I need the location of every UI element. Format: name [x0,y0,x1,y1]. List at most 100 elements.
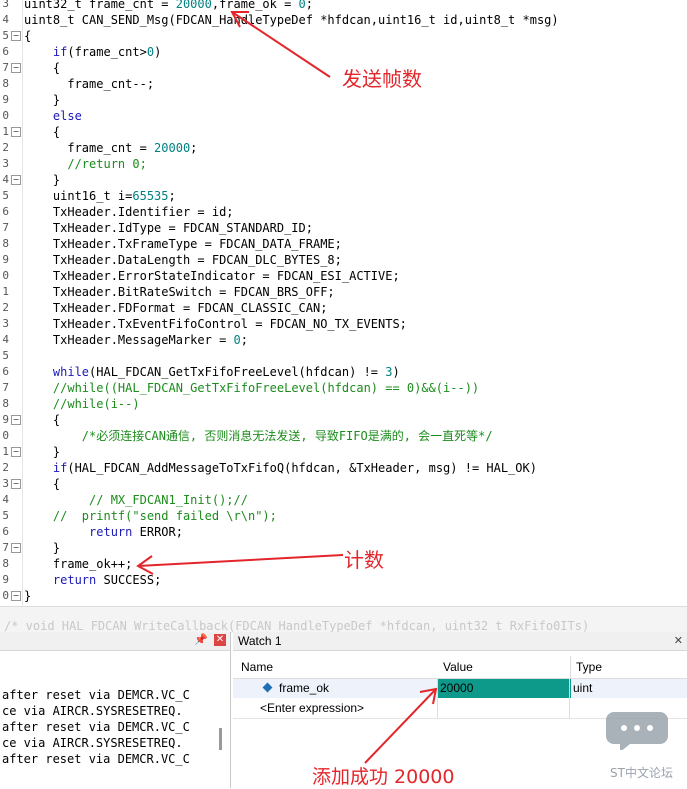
code-token: 0 [233,333,241,347]
line-number-gutter: 3 4 5 6 7 8 9 0 1 2 3 4 5 6 7 8 9 0 1 2 3 4 5 6 7 8 9 0 1 2 3 4 5 6 7 8 9 0 [0,0,10,606]
code-line[interactable]: { [24,476,60,492]
line-number: 5 [2,349,9,362]
code-token: } [24,589,32,603]
code-token: (HAL_FDCAN_AddMessageToTxFifoQ(hfdcan, &… [67,461,537,475]
column-header-value[interactable]: Value [437,656,571,679]
code-token: 20000 [175,0,212,11]
line-number: 5 [2,29,9,42]
code-line[interactable]: TxHeader.DataLength = FDCAN_DLC_BYTES_8; [24,252,342,268]
code-line[interactable]: { [24,60,60,76]
close-icon[interactable]: ✕ [674,634,683,648]
fold-toggle-icon[interactable]: − [11,447,21,457]
line-number: 1 [2,125,9,138]
code-line[interactable]: TxHeader.ErrorStateIndicator = FDCAN_ESI… [24,268,400,284]
code-line[interactable]: frame_ok++; [24,556,132,572]
pin-icon[interactable]: 📌 [194,633,208,646]
enter-expression[interactable]: <Enter expression> [260,699,364,718]
code-token: (HAL_FDCAN_GetTxFifoFreeLevel(hfdcan) != [89,365,386,379]
output-panel: 📌 ✕ after reset via DEMCR.VC_C ce via AI… [0,632,231,788]
code-token: uint32_t frame_cnt = [24,0,176,11]
code-line[interactable]: TxHeader.IdType = FDCAN_STANDARD_ID; [24,220,313,236]
code-line[interactable]: return ERROR; [24,524,183,540]
code-line[interactable]: if(HAL_FDCAN_AddMessageToTxFifoQ(hfdcan,… [24,460,537,476]
code-token: ERROR; [132,525,183,539]
code-token: TxHeader.DataLength = FDCAN_DLC_BYTES_8; [24,253,342,267]
code-line[interactable]: //while(i--) [24,396,140,412]
code-token: (frame_cnt> [67,45,147,59]
fold-toggle-icon[interactable]: − [11,479,21,489]
column-header-type[interactable]: Type [571,656,687,679]
code-line[interactable]: } [24,588,31,604]
fold-toggle-icon[interactable]: − [11,63,21,73]
code-line[interactable]: while(HAL_FDCAN_GetTxFifoFreeLevel(hfdca… [24,364,400,380]
type-column-divider [569,679,570,719]
code-line[interactable]: if(frame_cnt>0) [24,44,161,60]
code-token: //return 0; [67,157,147,171]
fold-toggle-icon[interactable]: − [11,31,21,41]
code-token: //while((HAL_FDCAN_GetTxFifoFreeLevel(hf… [52,381,480,395]
code-line[interactable]: // printf("send failed \r\n"); [24,508,277,524]
code-line[interactable]: TxHeader.Identifier = id; [24,204,234,220]
code-line[interactable]: } [24,444,60,460]
code-line[interactable]: uint16_t i=65535; [24,188,176,204]
code-line[interactable]: frame_cnt = 20000; [24,140,197,156]
code-token: uint16_t i= [24,189,133,203]
fold-toggle-icon[interactable]: − [11,415,21,425]
code-line[interactable]: // MX_FDCAN1_Init();// [24,492,248,508]
close-icon[interactable]: ✕ [214,634,226,646]
fold-toggle-icon[interactable]: − [11,543,21,553]
watch-row[interactable]: frame_ok 20000 uint [233,679,687,698]
code-line[interactable]: /*必须连接CAN通信, 否则消息无法发送, 导致FIFO是满的, 会一直死等*… [24,428,493,444]
code-token: //while(i--) [52,397,140,411]
code-line[interactable]: { [24,124,60,140]
code-line[interactable]: TxHeader.TxFrameType = FDCAN_DATA_FRAME; [24,236,342,252]
fold-toggle-icon[interactable]: − [11,127,21,137]
code-line[interactable]: TxHeader.BitRateSwitch = FDCAN_BRS_OFF; [24,284,335,300]
line-number: 1 [2,285,9,298]
code-line[interactable]: return SUCCESS; [24,572,161,588]
code-line[interactable]: else [24,108,82,124]
code-token: frame_cnt--; [24,77,155,91]
code-line[interactable]: uint32_t frame_cnt = 20000,frame_ok = 0; [24,0,313,12]
code-line[interactable]: TxHeader.MessageMarker = 0; [24,332,248,348]
annotation-count: 计数 [344,548,384,572]
code-token: 20000 [154,141,191,155]
code-line[interactable]: TxHeader.FDFormat = FDCAN_CLASSIC_CAN; [24,300,328,316]
code-line[interactable]: { [24,412,60,428]
line-number: 1 [2,445,9,458]
fold-toggle-icon[interactable]: − [11,175,21,185]
line-number: 4 [2,173,9,186]
line-number: 9 [2,253,9,266]
line-number: 0 [2,429,9,442]
code-line[interactable]: //while((HAL_FDCAN_GetTxFifoFreeLevel(hf… [24,380,479,396]
value-column-divider [437,679,438,719]
code-token: TxHeader.ErrorStateIndicator = FDCAN_ESI… [24,269,400,283]
code-token: 0 [146,45,155,59]
fold-toggle-icon[interactable]: − [11,591,21,601]
code-line[interactable]: frame_cnt--; [24,76,154,92]
code-line[interactable]: //return 0; [24,156,147,172]
watermark-text: ST中文论坛 [610,766,673,780]
output-line: ce via AIRCR.SYSRESETREQ. [2,736,183,750]
watch-value[interactable]: 20000 [437,679,571,698]
code-line[interactable]: uint8_t CAN_SEND_Msg(FDCAN_HandleTypeDef… [24,12,559,28]
code-line[interactable]: } [24,92,60,108]
output-scrollbar[interactable] [219,728,222,750]
code-token: } [24,93,61,107]
variable-icon [262,682,273,693]
watch-title[interactable]: Watch 1 [238,632,282,650]
code-line[interactable]: } [24,540,60,556]
watch-title-bar: Watch 1 ✕ [233,632,687,651]
code-line[interactable]: } [24,172,60,188]
watermark-logo: ST中文论坛 [606,706,678,782]
line-number: 2 [2,461,9,474]
code-line[interactable]: TxHeader.TxEventFifoControl = FDCAN_NO_T… [24,316,407,332]
column-header-name[interactable]: Name [233,656,445,679]
code-line[interactable]: { [24,28,31,44]
